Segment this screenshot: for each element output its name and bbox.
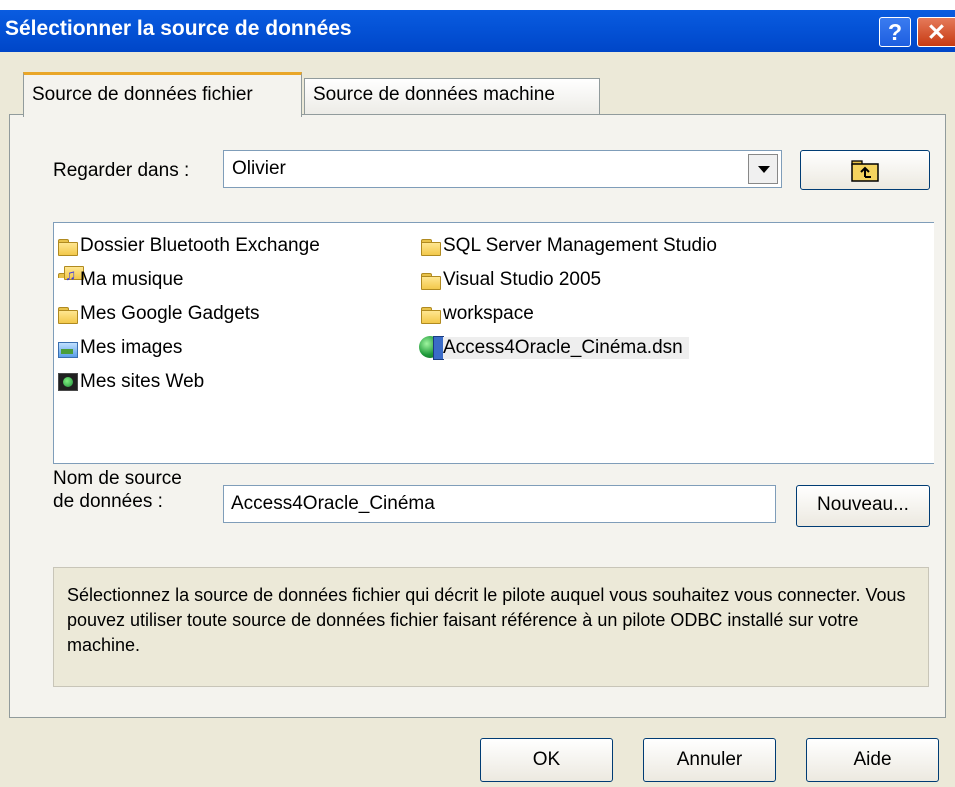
web-sites-icon xyxy=(58,373,78,391)
tab-machine-data-source[interactable]: Source de données machine xyxy=(304,78,600,116)
chevron-down-icon[interactable] xyxy=(748,154,778,184)
folder-icon xyxy=(58,237,78,256)
list-item-label: Visual Studio 2005 xyxy=(443,269,602,290)
select-data-source-dialog: Sélectionner la source de données ? ✕ So… xyxy=(0,10,955,787)
look-in-value: Olivier xyxy=(232,158,286,179)
look-in-label: Regarder dans : xyxy=(53,160,190,181)
up-one-level-button[interactable] xyxy=(800,150,930,190)
description-box: Sélectionnez la source de données fichie… xyxy=(53,567,929,687)
description-text: Sélectionnez la source de données fichie… xyxy=(67,585,906,655)
help-button[interactable]: Aide xyxy=(806,738,939,782)
list-item-label: Mes Google Gadgets xyxy=(80,303,260,324)
folder-icon xyxy=(421,237,441,256)
folder-icon xyxy=(58,305,78,324)
list-item-label: SQL Server Management Studio xyxy=(443,235,717,256)
close-icon[interactable]: ✕ xyxy=(917,17,955,47)
folder-icon xyxy=(421,305,441,324)
list-item-label: Access4Oracle_Cinéma.dsn xyxy=(443,337,689,359)
dsn-name-label-line2: de données : xyxy=(53,491,163,512)
file-list[interactable]: Dossier Bluetooth Exchange Ma musique Me… xyxy=(53,222,934,464)
folder-icon xyxy=(421,271,441,290)
dsn-file-icon xyxy=(419,336,444,360)
cancel-button[interactable]: Annuler xyxy=(643,738,776,782)
help-icon[interactable]: ? xyxy=(879,17,911,47)
list-item-label: Mes images xyxy=(80,337,183,358)
ok-button[interactable]: OK xyxy=(480,738,613,782)
title-bar[interactable]: Sélectionner la source de données ? ✕ xyxy=(0,10,955,52)
look-in-select[interactable]: Olivier xyxy=(223,150,782,188)
dsn-name-field[interactable]: Access4Oracle_Cinéma xyxy=(223,485,776,523)
pictures-folder-icon xyxy=(58,339,78,358)
list-item-label: Mes sites Web xyxy=(80,371,205,392)
window-title: Sélectionner la source de données xyxy=(5,17,352,40)
dsn-name-label-line1: Nom de source xyxy=(53,468,182,489)
new-button[interactable]: Nouveau... xyxy=(796,485,930,527)
list-item-label: workspace xyxy=(443,303,534,324)
list-item-label: Ma musique xyxy=(80,269,184,290)
folder-up-icon xyxy=(851,160,879,182)
music-folder-icon xyxy=(58,266,84,289)
list-item-label: Dossier Bluetooth Exchange xyxy=(80,235,320,256)
tab-file-data-source[interactable]: Source de données fichier xyxy=(23,72,302,117)
